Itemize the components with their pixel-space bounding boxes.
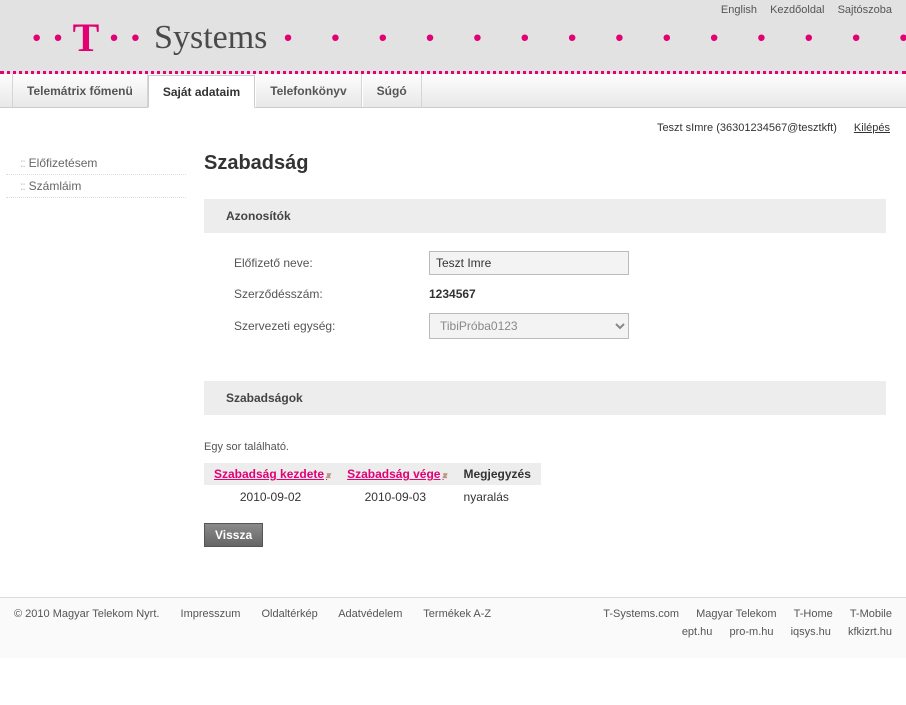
- vacations-table: Szabadság kezdete▴▾ Szabadság vége▴▾ Meg…: [204, 463, 541, 509]
- footer-link-tsystems[interactable]: T-Systems.com: [603, 608, 679, 620]
- back-button[interactable]: Vissza: [204, 523, 263, 547]
- footer-copyright: © 2010 Magyar Telekom Nyrt.: [14, 608, 159, 620]
- logout-link[interactable]: Kilépés: [854, 122, 890, 134]
- content: Szabadság Azonosítók Előfizető neve: Sze…: [186, 144, 896, 557]
- footer-sitemap[interactable]: Oldaltérkép: [262, 608, 318, 620]
- table-row: 2010-09-02 2010-09-03 nyaralás: [204, 485, 541, 509]
- footer-products[interactable]: Termékek A-Z: [423, 608, 491, 620]
- row-subscriber: Előfizető neve:: [234, 251, 886, 275]
- footer-link-magyartelekom[interactable]: Magyar Telekom: [696, 608, 777, 620]
- col-vacation-start[interactable]: Szabadság kezdete▴▾: [204, 463, 337, 485]
- main-tabs: Telemátrix főmenü Saját adataim Telefonk…: [0, 74, 906, 108]
- section-vacations: Szabadságok: [204, 381, 886, 415]
- link-english[interactable]: English: [721, 4, 757, 16]
- section-identifiers: Azonosítók Előfizető neve: Szerződésszám…: [204, 199, 886, 355]
- label-org: Szervezeti egység:: [234, 319, 429, 333]
- section-identifiers-body: Előfizető neve: Szerződésszám: 1234567 S…: [204, 233, 886, 355]
- header-bar: English Kezdőoldal Sajtószoba ··T·· Syst…: [0, 0, 906, 74]
- sort-icon: ▴▾: [326, 470, 327, 480]
- label-contract: Szerződésszám:: [234, 287, 429, 301]
- cell-start: 2010-09-02: [204, 485, 337, 509]
- result-count: Egy sor található.: [204, 441, 886, 453]
- tab-help[interactable]: Súgó: [362, 74, 422, 107]
- section-vacations-header: Szabadságok: [204, 381, 886, 415]
- label-subscriber: Előfizető neve:: [234, 256, 429, 270]
- main-layout: Előfizetésem Számláim Szabadság Azonosít…: [0, 144, 906, 597]
- footer-link-kfki[interactable]: kfkizrt.hu: [848, 626, 892, 638]
- footer-impressum[interactable]: Impresszum: [181, 608, 241, 620]
- brand-text: Systems: [154, 19, 267, 57]
- tab-phonebook[interactable]: Telefonkönyv: [255, 74, 361, 107]
- footer-link-iqsys[interactable]: iqsys.hu: [791, 626, 831, 638]
- sidebar-item-subscription[interactable]: Előfizetésem: [6, 152, 186, 175]
- row-org: Szervezeti egység: TibiPróba0123: [234, 313, 886, 339]
- link-pressroom[interactable]: Sajtószoba: [838, 4, 892, 16]
- footer-privacy[interactable]: Adatvédelem: [338, 608, 402, 620]
- footer-right-row2: ept.hu pro-m.hu iqsys.hu kfkizrt.hu: [589, 626, 892, 638]
- cell-note: nyaralás: [454, 485, 541, 509]
- table-header-row: Szabadság kezdete▴▾ Szabadság vége▴▾ Meg…: [204, 463, 541, 485]
- col-note: Megjegyzés: [454, 463, 541, 485]
- col-vacation-start-label: Szabadság kezdete: [214, 467, 324, 481]
- footer-link-prom[interactable]: pro-m.hu: [729, 626, 773, 638]
- select-org[interactable]: TibiPróba0123: [429, 313, 629, 339]
- sidebar-item-bills[interactable]: Számláim: [6, 175, 186, 198]
- footer-right: T-Systems.com Magyar Telekom T-Home T-Mo…: [589, 608, 892, 638]
- footer-right-row1: T-Systems.com Magyar Telekom T-Home T-Mo…: [589, 608, 892, 620]
- input-subscriber[interactable]: [429, 251, 629, 275]
- tab-telematrix-main[interactable]: Telemátrix főmenü: [12, 74, 148, 107]
- footer: © 2010 Magyar Telekom Nyrt. Impresszum O…: [0, 597, 906, 658]
- row-contract: Szerződésszám: 1234567: [234, 287, 886, 301]
- footer-left: © 2010 Magyar Telekom Nyrt. Impresszum O…: [14, 608, 509, 638]
- pink-dots-icon: ···················: [281, 14, 906, 61]
- sort-icon: ▴▾: [442, 470, 443, 480]
- value-contract: 1234567: [429, 287, 476, 301]
- t-logo-icon: ··T··: [30, 14, 150, 61]
- footer-link-tmobile[interactable]: T-Mobile: [850, 608, 892, 620]
- sidebar: Előfizetésem Számláim: [6, 144, 186, 557]
- tab-my-data[interactable]: Saját adataim: [148, 75, 255, 108]
- user-row: Teszt sImre (36301234567@tesztkft) Kilép…: [0, 108, 906, 144]
- page-title: Szabadság: [204, 152, 886, 175]
- col-vacation-end[interactable]: Szabadság vége▴▾: [337, 463, 453, 485]
- user-display: Teszt sImre (36301234567@tesztkft): [657, 122, 837, 134]
- cell-end: 2010-09-03: [337, 485, 453, 509]
- logo-row: ··T·· Systems ···················: [10, 8, 896, 67]
- footer-link-thome[interactable]: T-Home: [794, 608, 833, 620]
- top-links: English Kezdőoldal Sajtószoba: [711, 4, 892, 16]
- section-identifiers-header: Azonosítók: [204, 199, 886, 233]
- col-vacation-end-label: Szabadság vége: [347, 467, 440, 481]
- link-home[interactable]: Kezdőoldal: [770, 4, 824, 16]
- footer-link-ept[interactable]: ept.hu: [682, 626, 713, 638]
